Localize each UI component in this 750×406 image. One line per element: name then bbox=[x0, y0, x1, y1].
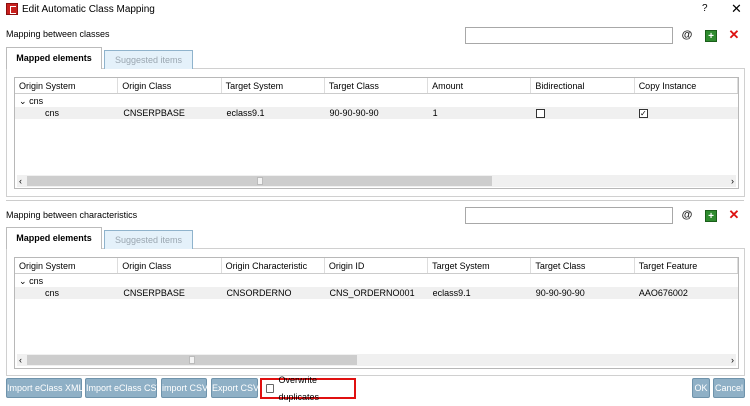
overwrite-duplicates-label: Overwrite duplicates bbox=[278, 374, 320, 402]
column-header[interactable]: Origin System bbox=[15, 78, 119, 93]
add-icon[interactable]: + bbox=[705, 30, 717, 42]
cell-amount: 1 bbox=[432, 108, 438, 118]
import-eclass-csv-button[interactable]: Import eClass CSV bbox=[85, 378, 163, 398]
add-mail-icon[interactable]: @ bbox=[681, 29, 693, 41]
classes-section-label: Mapping between classes bbox=[6, 29, 110, 39]
add-icon[interactable]: + bbox=[705, 210, 717, 222]
add-mail-icon[interactable]: @ bbox=[681, 209, 693, 221]
scroll-left-icon[interactable]: ‹ bbox=[19, 354, 22, 366]
import-csv-button[interactable]: import CSV bbox=[161, 378, 208, 398]
column-header[interactable]: Target Feature bbox=[635, 258, 738, 273]
chevron-down-icon[interactable]: ⌄ bbox=[19, 276, 27, 286]
copy-instance-checkbox[interactable]: ✓ bbox=[638, 109, 648, 119]
cell-origin-system: cns bbox=[45, 288, 60, 298]
group-label: cns bbox=[29, 276, 44, 286]
cell-origin-class: CNSERPBASE bbox=[123, 288, 185, 298]
scroll-thumb[interactable] bbox=[257, 177, 263, 185]
group-row[interactable]: ⌄ cns bbox=[15, 95, 738, 107]
column-header[interactable]: Copy Instance bbox=[635, 78, 738, 93]
tab-mapped-elements[interactable]: Mapped elements bbox=[6, 227, 102, 249]
close-button[interactable]: ✕ bbox=[731, 1, 742, 17]
cell-origin-id: CNS_ORDERNO001 bbox=[329, 288, 415, 298]
cell-target-feature: AAO676002 bbox=[638, 288, 688, 298]
scroll-right-icon[interactable]: › bbox=[731, 354, 734, 366]
tab-suggested-items[interactable]: Suggested items bbox=[104, 50, 193, 69]
cell-origin-class: CNSERPBASE bbox=[123, 108, 185, 118]
table-header: Origin System Origin Class Target System… bbox=[15, 78, 738, 94]
ok-button[interactable]: OK bbox=[692, 378, 710, 398]
horizontal-scrollbar[interactable]: ‹ › bbox=[17, 354, 736, 366]
help-button[interactable]: ? bbox=[702, 3, 708, 14]
classes-table: Origin System Origin Class Target System… bbox=[14, 77, 739, 189]
group-label: cns bbox=[29, 96, 44, 106]
overwrite-duplicates-option[interactable]: Overwrite duplicates bbox=[260, 375, 356, 402]
characteristics-table: Origin System Origin Class Origin Charac… bbox=[14, 257, 739, 369]
column-header[interactable]: Target Class bbox=[325, 78, 429, 93]
column-header[interactable]: Target System bbox=[222, 78, 325, 93]
characteristics-search-input[interactable] bbox=[465, 207, 673, 224]
bidirectional-checkbox[interactable] bbox=[535, 109, 545, 119]
chevron-down-icon[interactable]: ⌄ bbox=[19, 96, 27, 106]
cell-origin-characteristic: CNSORDERNO bbox=[226, 288, 292, 298]
table-row[interactable]: cns CNSERPBASE eclass9.1 90-90-90-90 1 ✓ bbox=[15, 107, 738, 119]
table-row[interactable]: cns CNSERPBASE CNSORDERNO CNS_ORDERNO001… bbox=[15, 287, 738, 299]
export-csv-button[interactable]: Export CSV bbox=[211, 378, 259, 398]
characteristics-section-label: Mapping between characteristics bbox=[6, 210, 138, 220]
column-header[interactable]: Target System bbox=[428, 258, 532, 273]
cell-target-system: eclass9.1 bbox=[432, 288, 471, 298]
column-header[interactable]: Amount bbox=[428, 78, 532, 93]
delete-icon[interactable]: ✕ bbox=[728, 208, 740, 221]
column-header[interactable]: Origin Characteristic bbox=[222, 258, 325, 273]
horizontal-scrollbar[interactable]: ‹ › bbox=[17, 175, 736, 187]
column-header[interactable]: Origin ID bbox=[325, 258, 429, 273]
column-header[interactable]: Origin System bbox=[15, 258, 119, 273]
column-header[interactable]: Origin Class bbox=[118, 258, 222, 273]
window-title: Edit Automatic Class Mapping bbox=[22, 4, 155, 15]
column-header[interactable]: Bidirectional bbox=[531, 78, 635, 93]
group-row[interactable]: ⌄ cns bbox=[15, 275, 738, 287]
table-header: Origin System Origin Class Origin Charac… bbox=[15, 258, 738, 274]
scroll-thumb[interactable] bbox=[189, 356, 195, 364]
cell-target-system: eclass9.1 bbox=[226, 108, 265, 118]
overwrite-duplicates-checkbox[interactable] bbox=[266, 384, 275, 393]
scroll-right-icon[interactable]: › bbox=[731, 175, 734, 187]
cell-origin-system: cns bbox=[45, 108, 60, 118]
cell-target-class: 90-90-90-90 bbox=[535, 288, 585, 298]
classes-search-input[interactable] bbox=[465, 27, 673, 44]
import-eclass-xml-button[interactable]: Import eClass XML bbox=[6, 378, 84, 398]
tab-mapped-elements[interactable]: Mapped elements bbox=[6, 47, 102, 69]
scroll-left-icon[interactable]: ‹ bbox=[19, 175, 22, 187]
section-divider[interactable] bbox=[6, 200, 744, 201]
tab-suggested-items[interactable]: Suggested items bbox=[104, 230, 193, 249]
delete-icon[interactable]: ✕ bbox=[728, 28, 740, 41]
column-header[interactable]: Origin Class bbox=[118, 78, 222, 93]
column-header[interactable]: Target Class bbox=[531, 258, 635, 273]
cancel-button[interactable]: Cancel bbox=[713, 378, 745, 398]
app-icon bbox=[6, 3, 18, 15]
cell-target-class: 90-90-90-90 bbox=[329, 108, 379, 118]
